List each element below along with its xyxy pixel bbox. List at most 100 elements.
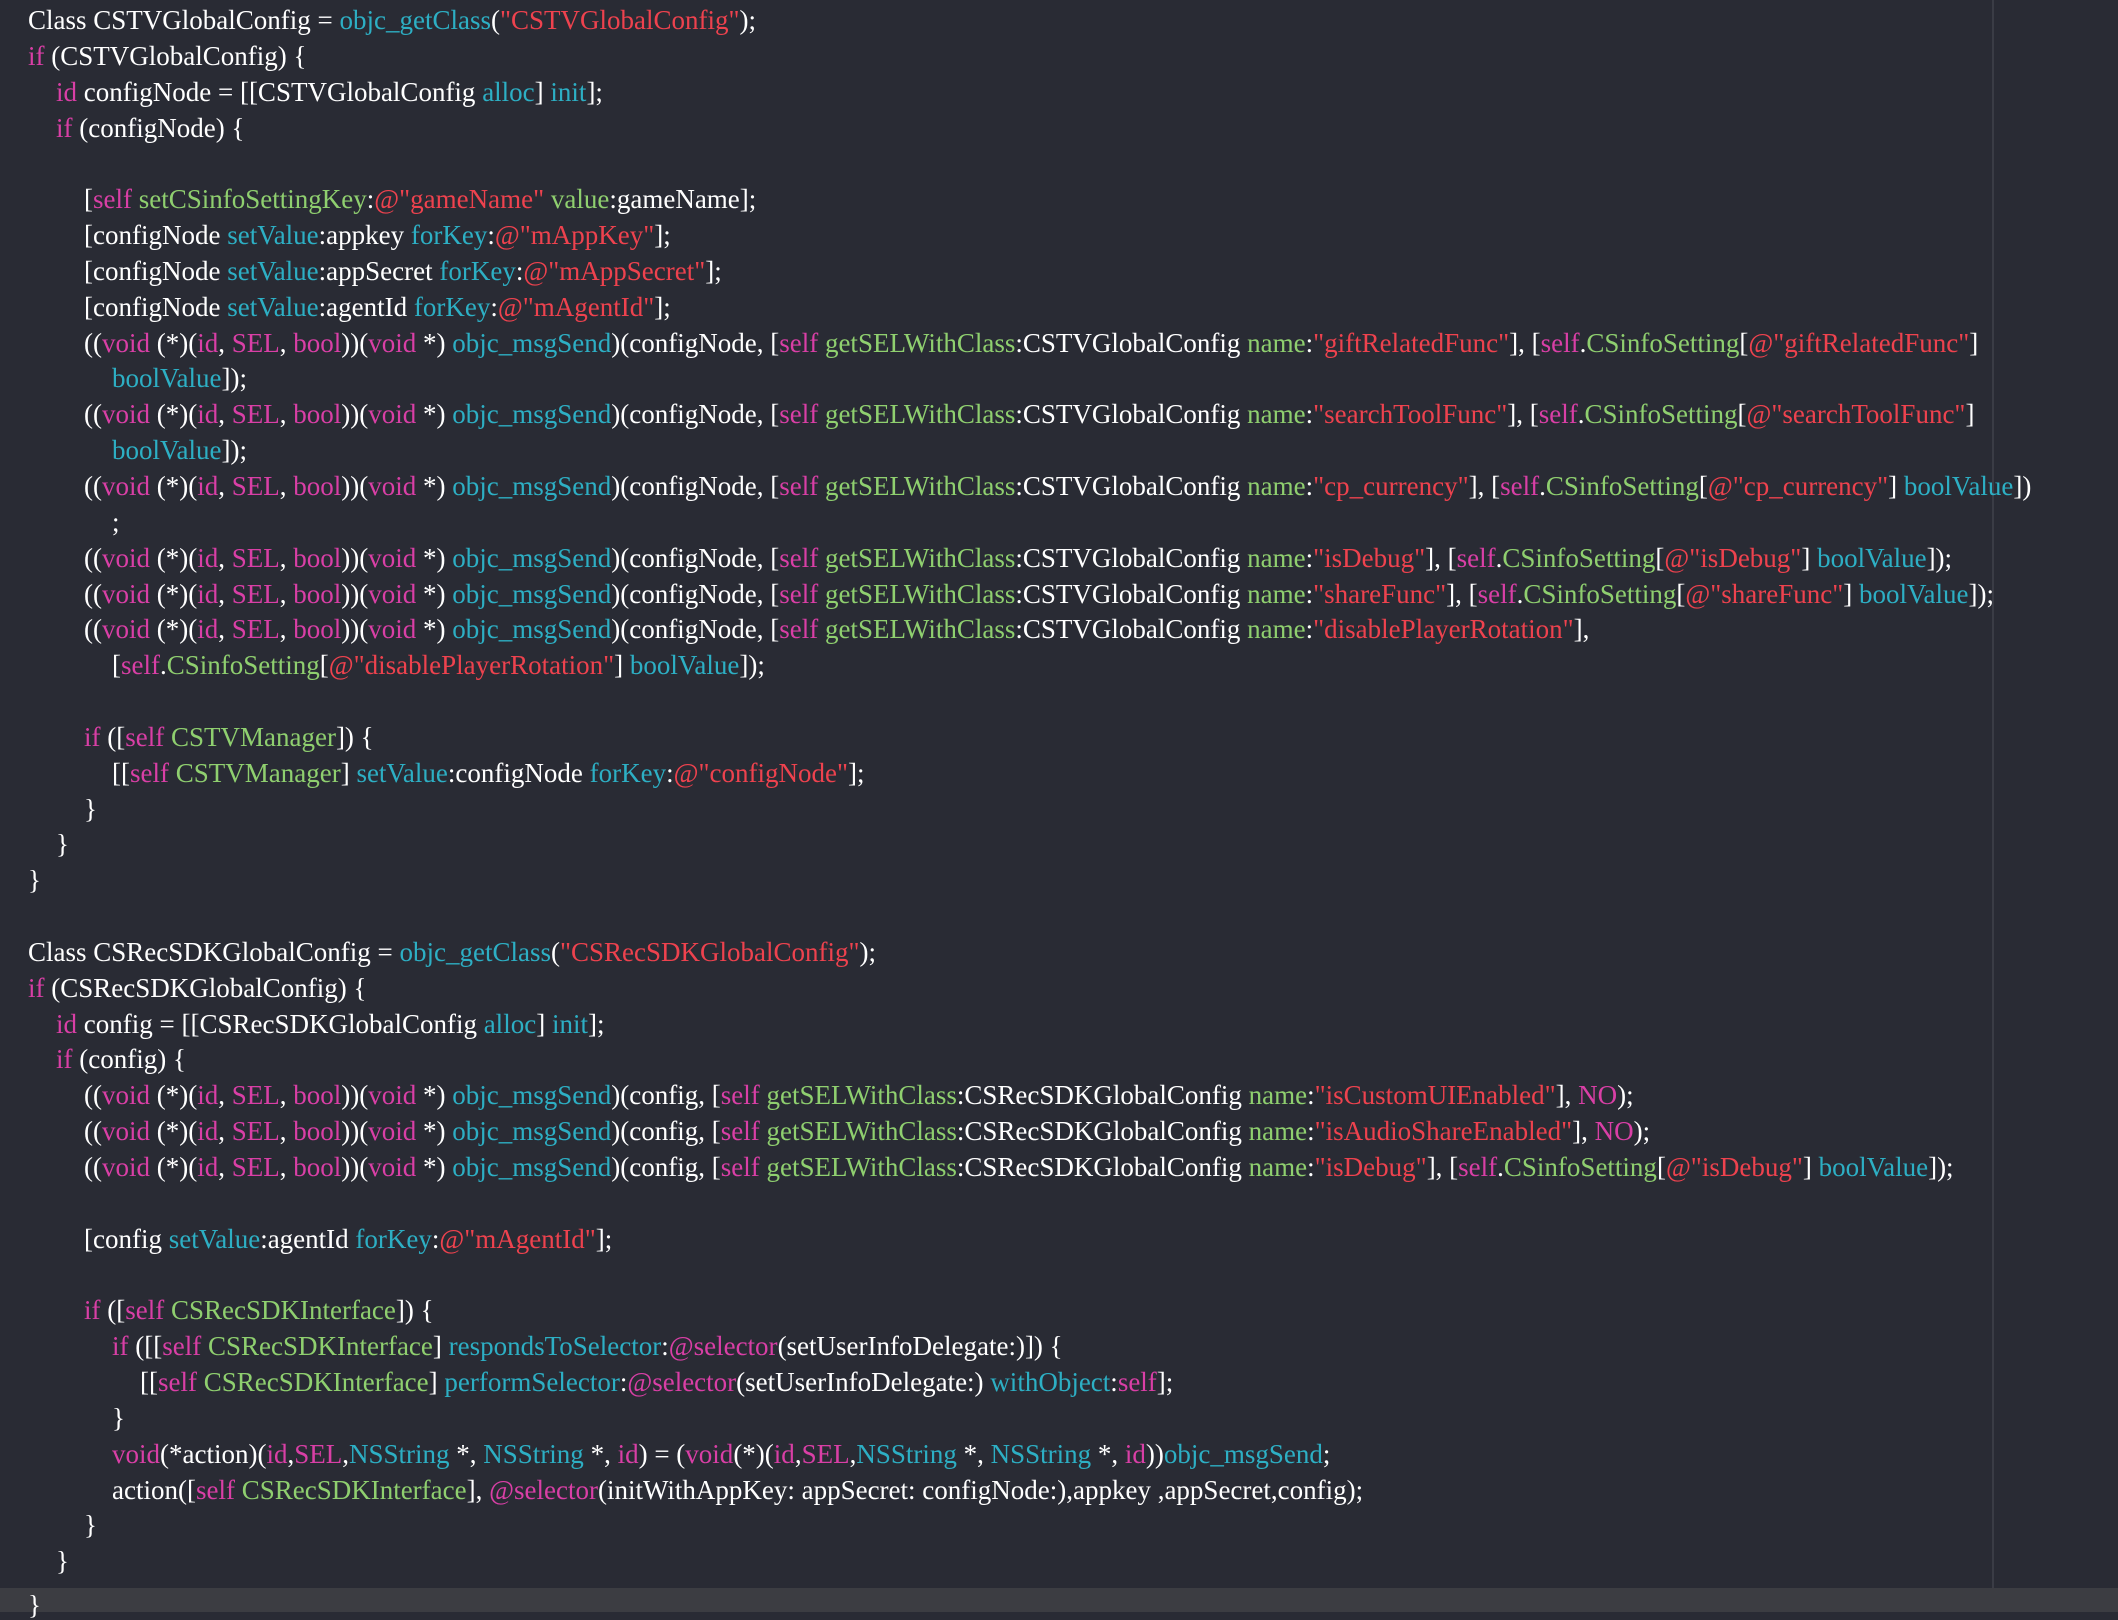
code-token: [[ (112, 757, 130, 788)
code-token: getSELWithClass (824, 327, 1016, 358)
code-token: (*)( (150, 542, 198, 573)
code-line: if ([self CSRecSDKInterface]) { (28, 1293, 2031, 1329)
code-token: getSELWithClass (824, 614, 1016, 645)
code-editor[interactable]: Class CSTVGlobalConfig = objc_getClass("… (0, 0, 2118, 1590)
code-token: CSRecSDKInterface (207, 1331, 433, 1362)
code-token: if (56, 112, 73, 143)
code-token: *, (1091, 1438, 1125, 1469)
code-token: } (112, 1402, 125, 1433)
code-line: ((void (*)(id, SEL, bool))(void *) objc_… (28, 1114, 2031, 1150)
code-token: CSinfoSetting (1503, 1152, 1657, 1182)
code-token: , (279, 327, 294, 358)
code-line: ((void (*)(id, SEL, bool))(void *) objc_… (28, 541, 2031, 577)
code-token: ], (1573, 614, 1590, 645)
code-line: [self setCSinfoSettingKey:@"gameName" va… (28, 182, 2031, 218)
code-token: self (1500, 470, 1540, 501)
code-token: id (197, 1116, 219, 1147)
code-token: void (101, 578, 150, 609)
code-token: , (279, 399, 294, 430)
code-line: ((void (*)(id, SEL, bool))(void *) objc_… (28, 1078, 2031, 1114)
code-line: } (28, 863, 2031, 899)
code-token: ( (490, 5, 500, 35)
code-token: setValue (168, 1223, 261, 1254)
code-token: "isCustomUIEnabled" (1314, 1080, 1556, 1111)
code-token: , (279, 542, 294, 573)
code-token: action([ (112, 1474, 196, 1505)
code-token: [ (1656, 1152, 1666, 1182)
code-token: ] (428, 1367, 445, 1398)
code-line: action([self CSRecSDKInterface], @select… (28, 1473, 2031, 1509)
code-token: } (84, 1510, 97, 1541)
code-token: *) (416, 614, 453, 645)
code-token: , (218, 1080, 232, 1111)
code-token: id (197, 399, 219, 430)
closing-brace: } (28, 1590, 41, 1620)
code-token: (( (84, 614, 102, 645)
code-token: Class CSTVGlobalConfig = (28, 5, 340, 35)
code-token: (( (84, 399, 102, 430)
code-token: CSRecSDKInterface (241, 1474, 467, 1505)
code-token: if (28, 972, 45, 1003)
code-token: void (368, 399, 417, 430)
code-token: : (1305, 542, 1314, 573)
code-token: alloc (482, 76, 535, 107)
code-token: : (1305, 399, 1314, 430)
code-token: :gameName]; (609, 184, 757, 215)
code-token: : (1305, 470, 1314, 501)
code-token: [ (319, 650, 329, 681)
code-token: "isDebug" (1313, 542, 1426, 573)
code-token: (*)( (150, 578, 198, 609)
code-token: :CSRecSDKGlobalConfig (956, 1152, 1249, 1182)
code-token: :CSTVGlobalConfig (1015, 399, 1248, 430)
code-token: self (720, 1080, 760, 1111)
code-token: )(configNode, [ (611, 578, 780, 609)
code-token: void (101, 1116, 150, 1147)
code-token: (setUserInfoDelegate:) (736, 1367, 991, 1398)
code-token: getSELWithClass (824, 470, 1016, 501)
code-token: (CSTVGlobalConfig) { (44, 40, 307, 71)
code-token: , (279, 614, 294, 645)
code-area[interactable]: Class CSTVGlobalConfig = objc_getClass("… (28, 3, 2031, 1580)
code-token: getSELWithClass (766, 1116, 957, 1147)
code-token: ]; (1156, 1367, 1174, 1398)
code-token: , (218, 1152, 232, 1182)
code-token: CSinfoSetting (1586, 327, 1740, 358)
code-token: name (1247, 614, 1306, 645)
code-token: id (197, 470, 219, 501)
code-token: setValue (227, 291, 319, 322)
code-token: init (550, 76, 587, 107)
code-token: SEL (294, 1438, 343, 1469)
code-token: getSELWithClass (766, 1152, 957, 1182)
code-token: objc_msgSend (452, 327, 612, 358)
code-token: void (368, 614, 417, 645)
code-token: @selector (489, 1474, 598, 1505)
code-token: boolValue (1818, 1152, 1929, 1182)
code-token: } (56, 829, 69, 860)
code-line: if (CSRecSDKGlobalConfig) { (28, 971, 2031, 1007)
code-token: id (1124, 1438, 1146, 1469)
code-token: [config (84, 1223, 169, 1254)
code-token: *, (583, 1438, 618, 1469)
code-token: ))( (341, 542, 369, 573)
code-token: ] (1843, 578, 1860, 609)
code-token: )(config, [ (611, 1116, 721, 1147)
code-token: @"giftRelatedFunc" (1748, 327, 1970, 358)
code-token: *) (416, 470, 453, 501)
code-line: ((void (*)(id, SEL, bool))(void *) objc_… (28, 469, 2031, 505)
code-token: forKey (413, 291, 491, 322)
code-token: getSELWithClass (824, 399, 1016, 430)
code-token: SEL (231, 470, 280, 501)
code-token: @"mAppSecret" (523, 255, 706, 286)
code-token: :configNode (447, 757, 590, 788)
code-token: ] (614, 650, 630, 681)
code-token: void (368, 1152, 417, 1182)
code-token: objc_msgSend (1163, 1438, 1323, 1469)
code-token: [ (112, 650, 121, 681)
code-token: SEL (231, 1080, 280, 1111)
